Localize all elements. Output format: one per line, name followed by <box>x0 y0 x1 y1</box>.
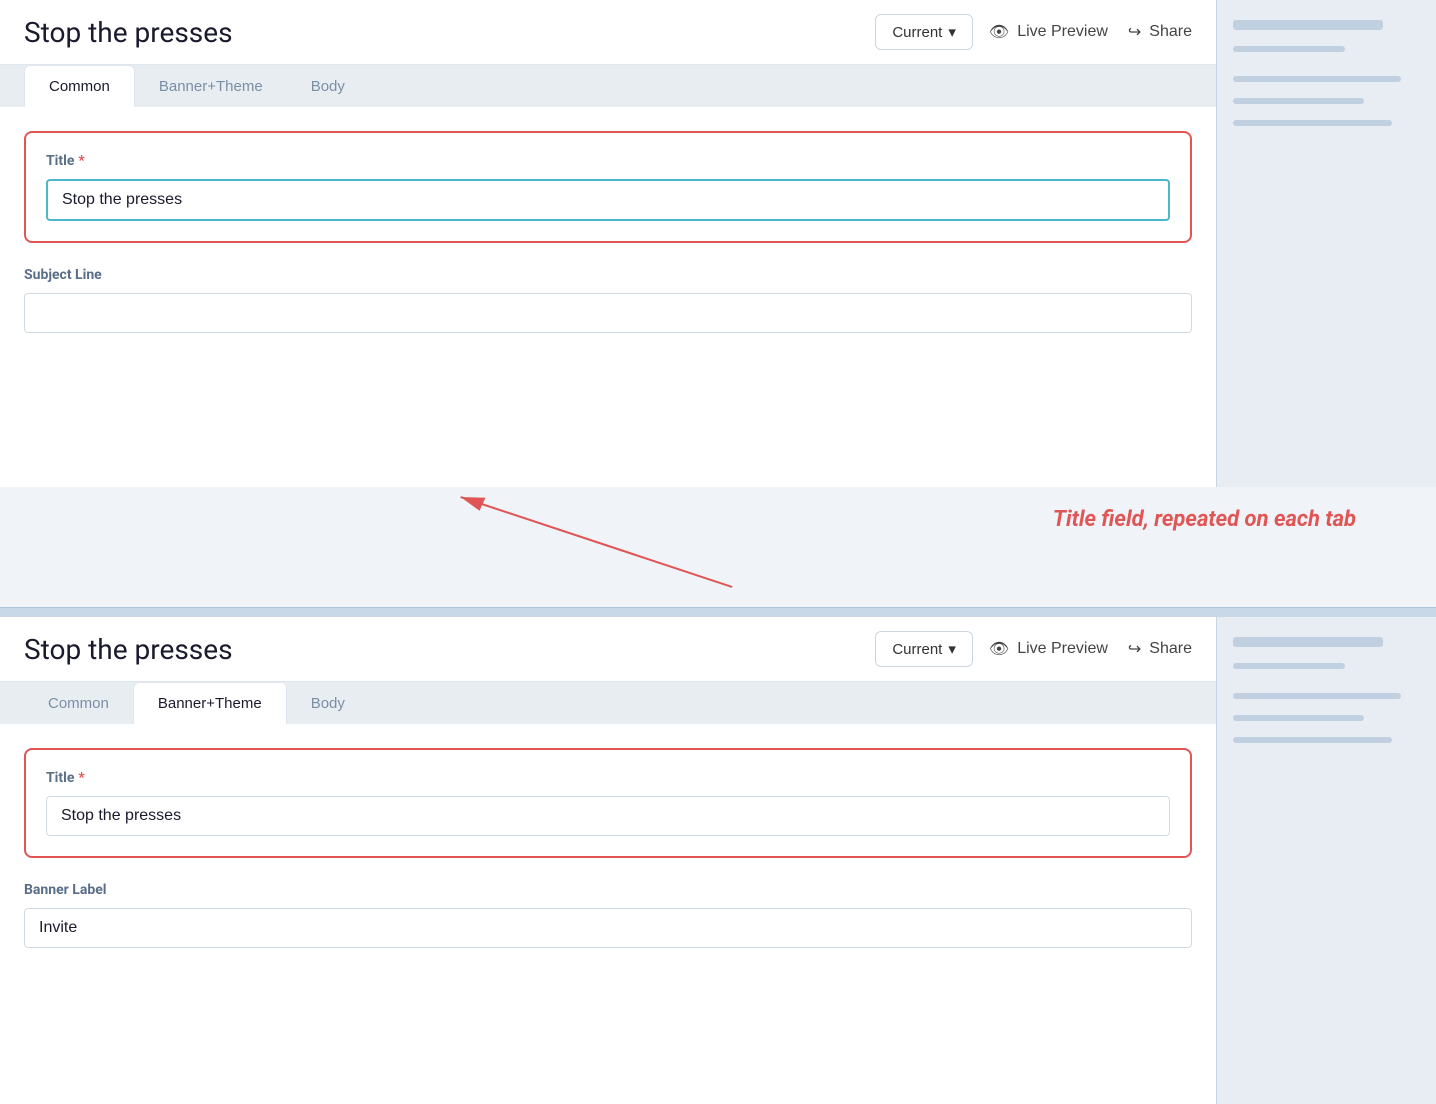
sidebar-line-3 <box>1233 76 1401 82</box>
annotation-area: Title field, repeated on each tab <box>0 487 1436 607</box>
sidebar-line-4 <box>1233 98 1364 104</box>
title-form-section-top: Title * <box>24 131 1192 243</box>
sidebar-line-2 <box>1233 46 1345 52</box>
live-preview-label: Live Preview <box>1017 23 1108 41</box>
annotation-arrows <box>0 487 1436 607</box>
bottom-sidebar-line-2 <box>1233 663 1345 669</box>
subject-line-section: Subject Line <box>24 267 1192 333</box>
sidebar-line-1 <box>1233 20 1383 30</box>
top-header: Stop the presses Current ▾ 👁 Live Previe… <box>0 0 1216 65</box>
share-icon: ↪ <box>1128 22 1141 42</box>
section-divider <box>0 607 1436 617</box>
version-chevron-icon: ▾ <box>948 23 956 41</box>
bottom-section: Stop the presses Current ▾ 👁 Live Previe… <box>0 617 1436 1104</box>
right-sidebar-bottom <box>1216 617 1436 1104</box>
bottom-live-preview-label: Live Preview <box>1017 640 1108 658</box>
subject-line-label: Subject Line <box>24 267 1192 283</box>
bottom-version-label: Current <box>892 641 942 658</box>
bottom-sidebar-line-3 <box>1233 693 1401 699</box>
share-button[interactable]: ↪ Share <box>1128 22 1192 42</box>
bottom-version-chevron-icon: ▾ <box>948 640 956 658</box>
bottom-header-actions: 👁 Live Preview ↪ Share <box>989 639 1192 659</box>
top-tabs: Common Banner+Theme Body <box>0 65 1216 107</box>
bottom-sidebar-line-1 <box>1233 637 1383 647</box>
tab-common-top[interactable]: Common <box>24 65 135 107</box>
bottom-header: Stop the presses Current ▾ 👁 Live Previe… <box>0 617 1216 682</box>
title-label-bottom: Title * <box>46 770 1170 786</box>
bottom-page-title: Stop the presses <box>24 633 859 666</box>
tab-body-top[interactable]: Body <box>287 66 369 107</box>
tab-banner-theme-bottom[interactable]: Banner+Theme <box>133 682 287 724</box>
header-actions: 👁 Live Preview ↪ Share <box>989 22 1192 42</box>
subject-line-input[interactable] <box>24 293 1192 333</box>
banner-label-input[interactable] <box>24 908 1192 948</box>
bottom-live-preview-button[interactable]: 👁 Live Preview <box>989 639 1108 659</box>
bottom-sidebar-line-4 <box>1233 715 1364 721</box>
bottom-share-label: Share <box>1149 640 1192 658</box>
title-label-top: Title * <box>46 153 1170 169</box>
bottom-sidebar-line-5 <box>1233 737 1392 743</box>
required-star-bottom: * <box>78 770 84 786</box>
top-section: Stop the presses Current ▾ 👁 Live Previe… <box>0 0 1436 487</box>
version-button[interactable]: Current ▾ <box>875 14 973 50</box>
tab-banner-theme-top[interactable]: Banner+Theme <box>135 66 287 107</box>
live-preview-button[interactable]: 👁 Live Preview <box>989 22 1108 42</box>
bottom-version-button[interactable]: Current ▾ <box>875 631 973 667</box>
banner-label-label: Banner Label <box>24 882 1192 898</box>
required-star-top: * <box>78 153 84 169</box>
banner-label-section: Banner Label <box>24 882 1192 948</box>
title-input-top[interactable] <box>46 179 1170 221</box>
sidebar-line-5 <box>1233 120 1392 126</box>
tab-body-bottom[interactable]: Body <box>287 683 369 724</box>
tab-common-bottom[interactable]: Common <box>24 683 133 724</box>
right-sidebar-top <box>1216 0 1436 487</box>
annotation-text: Title field, repeated on each tab <box>1053 507 1356 532</box>
bottom-eye-icon: 👁 <box>989 639 1009 659</box>
title-form-section-bottom: Title * <box>24 748 1192 858</box>
version-label: Current <box>892 24 942 41</box>
bottom-content: Title * Banner Label <box>0 724 1216 1104</box>
bottom-tabs: Common Banner+Theme Body <box>0 682 1216 724</box>
share-label: Share <box>1149 23 1192 41</box>
page-title: Stop the presses <box>24 16 859 49</box>
eye-icon: 👁 <box>989 22 1009 42</box>
top-content: Title * Subject Line <box>0 107 1216 487</box>
bottom-share-icon: ↪ <box>1128 639 1141 659</box>
bottom-share-button[interactable]: ↪ Share <box>1128 639 1192 659</box>
title-input-bottom[interactable] <box>46 796 1170 836</box>
